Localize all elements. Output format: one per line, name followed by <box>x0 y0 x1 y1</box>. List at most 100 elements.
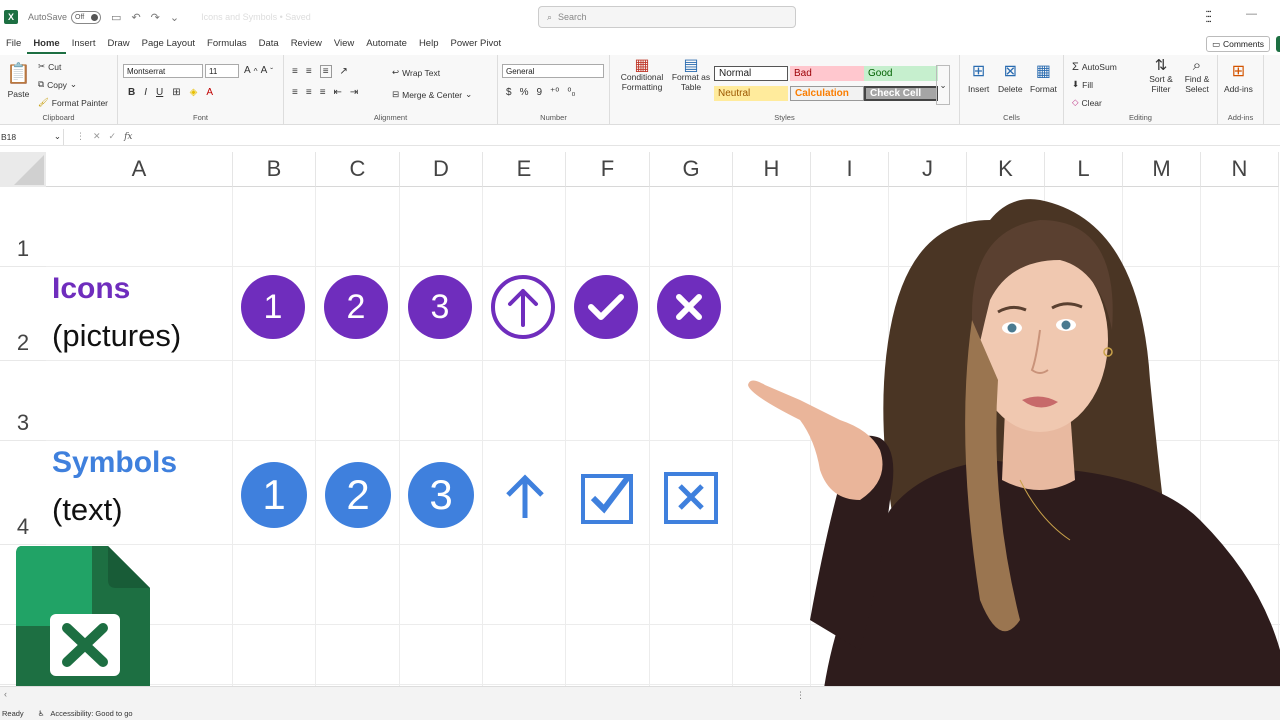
font-size-buttons[interactable]: A ^ Aˇ <box>244 65 273 76</box>
tab-file[interactable]: File <box>0 36 27 54</box>
column-header-b[interactable]: B <box>233 152 316 187</box>
name-box[interactable]: B18 ⌄ <box>0 128 64 145</box>
format-cells-button[interactable]: ▦ Format <box>1030 61 1057 94</box>
checkbox-checked-symbol-icon[interactable] <box>581 470 635 529</box>
paste-button[interactable]: 📋 Paste <box>6 61 31 99</box>
format-painter-button[interactable]: 🖌 Format Painter <box>38 97 108 108</box>
style-calculation[interactable]: Calculation <box>790 86 864 101</box>
tab-formulas[interactable]: Formulas <box>201 36 253 54</box>
currency-button[interactable]: $ <box>506 87 512 98</box>
autosave-toggle[interactable]: Off <box>71 10 102 24</box>
style-check-cell[interactable]: Check Cell <box>864 86 938 101</box>
save-icon[interactable]: ▭ <box>111 11 121 24</box>
row-header-4[interactable]: 4 <box>0 441 46 545</box>
checkbox-x-symbol-icon[interactable] <box>664 470 718 529</box>
styles-more-icon[interactable]: ⌄ <box>936 65 950 105</box>
insert-function-button[interactable]: fx <box>124 132 132 142</box>
symbols-subtitle[interactable]: (text) <box>52 492 123 528</box>
column-header-c[interactable]: C <box>316 152 400 187</box>
undo-icon[interactable]: ↶ <box>131 11 140 24</box>
insert-cells-button[interactable]: ⊞ Insert <box>968 61 989 94</box>
addins-button[interactable]: ⊞ Add-ins <box>1224 61 1253 94</box>
align-center-icon[interactable]: ≡ <box>306 87 312 98</box>
tab-insert[interactable]: Insert <box>66 36 102 54</box>
icons-title[interactable]: Icons <box>52 272 130 306</box>
column-header-d[interactable]: D <box>400 152 483 187</box>
arrow-up-circle-icon[interactable] <box>491 275 555 339</box>
underline-button[interactable]: U <box>156 87 163 98</box>
increase-decimal-icon[interactable]: ⁺⁰ <box>550 87 559 98</box>
search-input[interactable]: ⌕ Search <box>538 6 796 28</box>
column-header-a[interactable]: A <box>46 152 233 187</box>
tab-automate[interactable]: Automate <box>360 36 413 54</box>
checkmark-circle-icon[interactable] <box>574 275 638 339</box>
row-header-3[interactable]: 3 <box>0 361 46 441</box>
customize-toolbar-icon[interactable]: ⌄ <box>170 11 179 24</box>
align-right-icon[interactable]: ≡ <box>320 87 326 98</box>
bold-button[interactable]: B <box>128 87 135 98</box>
tab-review[interactable]: Review <box>285 36 328 54</box>
close-circle-icon[interactable] <box>657 275 721 339</box>
row-header-1[interactable]: 1 <box>0 187 46 267</box>
minimize-icon[interactable]: — <box>1246 8 1257 20</box>
icon-number-1[interactable]: 1 <box>241 275 305 339</box>
format-as-table-button[interactable]: ▤ Format as Table <box>670 58 712 93</box>
icon-number-2[interactable]: 2 <box>324 275 388 339</box>
decrease-decimal-icon[interactable]: ⁰₀ <box>567 87 575 98</box>
conditional-formatting-button[interactable]: ▦ Conditional Formatting <box>618 58 666 93</box>
column-header-e[interactable]: E <box>483 152 566 187</box>
increase-indent-icon[interactable]: ⇥ <box>350 87 358 98</box>
comments-button[interactable]: ▭ Comments <box>1206 36 1270 52</box>
style-neutral[interactable]: Neutral <box>714 86 788 101</box>
symbols-title[interactable]: Symbols <box>52 446 177 480</box>
horizontal-scrollbar[interactable]: ‹ ⋮ <box>0 686 1280 706</box>
align-left-icon[interactable]: ≡ <box>292 87 298 98</box>
tab-view[interactable]: View <box>328 36 360 54</box>
italic-button[interactable]: I <box>144 87 147 98</box>
font-size-select[interactable]: 11 <box>205 64 239 78</box>
redo-icon[interactable]: ↷ <box>151 11 160 24</box>
tab-draw[interactable]: Draw <box>101 36 135 54</box>
style-normal[interactable]: Normal <box>714 66 788 81</box>
align-top-icon[interactable]: ≡ <box>292 66 298 77</box>
symbol-number-1[interactable]: 1 <box>241 462 307 528</box>
fill-button[interactable]: ⬇ Fill <box>1072 79 1093 90</box>
wrap-text-button[interactable]: ↩ Wrap Text <box>392 67 440 78</box>
accessibility-icon[interactable]: ♿ <box>38 709 45 718</box>
arrow-up-symbol-icon[interactable] <box>503 474 547 525</box>
align-middle-icon[interactable]: ≡ <box>306 66 312 77</box>
cut-button[interactable]: ✂ Cut <box>38 61 61 72</box>
icon-number-3[interactable]: 3 <box>408 275 472 339</box>
orientation-icon[interactable]: ↗ <box>340 66 348 77</box>
comma-button[interactable]: 9 <box>536 87 542 98</box>
symbol-number-3[interactable]: 3 <box>408 462 474 528</box>
cancel-icon[interactable]: ✕ <box>93 131 101 142</box>
percent-button[interactable]: % <box>520 87 529 98</box>
align-bottom-icon[interactable]: ≡ <box>319 65 332 78</box>
font-color-icon[interactable]: A <box>206 87 213 98</box>
confirm-icon[interactable]: ✓ <box>109 131 117 142</box>
column-header-f[interactable]: F <box>566 152 650 187</box>
tab-home[interactable]: Home <box>27 36 66 54</box>
clear-button[interactable]: ◇ Clear <box>1072 97 1102 108</box>
delete-cells-button[interactable]: ⊠ Delete <box>998 61 1023 94</box>
style-good[interactable]: Good <box>864 66 938 81</box>
borders-icon[interactable]: ⊞ <box>172 87 180 98</box>
merge-center-button[interactable]: ⊟ Merge & Center ⌄ <box>392 89 472 100</box>
row-header-2[interactable]: 2 <box>0 267 46 361</box>
more-options-icon[interactable]: ⋮ <box>796 690 805 701</box>
fill-color-icon[interactable]: ◈ <box>190 87 198 98</box>
style-bad[interactable]: Bad <box>790 66 864 81</box>
font-name-select[interactable]: Montserrat <box>123 64 203 78</box>
share-button[interactable] <box>1276 36 1280 52</box>
tab-page-layout[interactable]: Page Layout <box>136 36 201 54</box>
copy-button[interactable]: ⧉ Copy ⌄ <box>38 79 77 90</box>
icons-subtitle[interactable]: (pictures) <box>52 318 181 354</box>
accessibility-status[interactable]: Accessibility: Good to go <box>50 709 132 718</box>
decrease-indent-icon[interactable]: ⇤ <box>334 87 342 98</box>
tab-data[interactable]: Data <box>253 36 285 54</box>
tab-help[interactable]: Help <box>413 36 445 54</box>
autosum-button[interactable]: Σ AutoSum <box>1072 61 1117 73</box>
sort-filter-button[interactable]: ⇅ Sort & Filter <box>1146 58 1176 94</box>
symbol-number-2[interactable]: 2 <box>325 462 391 528</box>
